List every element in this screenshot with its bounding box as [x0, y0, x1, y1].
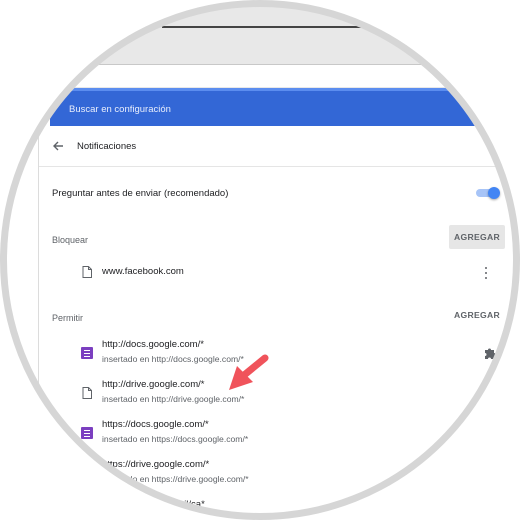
allowed-site-url: http://docs.google.com/*	[102, 339, 204, 350]
file-icon	[82, 266, 92, 278]
ask-before-send-toggle[interactable]	[476, 187, 500, 199]
block-section-label: Bloquear	[52, 235, 89, 245]
settings-header: Buscar en configuración	[50, 88, 476, 126]
magnifier-lens: Buscar en configuración Notificaciones P…	[2, 2, 518, 518]
docs-extension-icon	[81, 347, 93, 359]
allowed-site-url: https://drive.google.com/*	[102, 459, 210, 470]
allowed-site-detail: insertado en http://docs.google.com/*	[102, 354, 244, 364]
allow-add-button[interactable]: AGREGAR	[453, 308, 501, 322]
allow-section-label: Permitir	[52, 313, 83, 323]
allowed-site-url: https://docs.google.com/*	[102, 419, 209, 430]
settings-search-input[interactable]: Buscar en configuración	[69, 104, 171, 115]
block-add-button[interactable]: AGREGAR	[449, 225, 505, 249]
docs-extension-icon	[81, 427, 93, 439]
allowed-site-detail: insertado en https://docs.google.com/*	[102, 434, 249, 444]
allowed-site-url: http://drive.google.com/*	[102, 379, 205, 390]
allowed-site-url: mail/ca*	[171, 499, 205, 510]
browser-chrome	[2, 2, 518, 88]
back-arrow-icon[interactable]	[51, 139, 65, 153]
chrome-tab-strip-line	[162, 26, 422, 28]
notifications-card: Notificaciones Preguntar antes de enviar…	[38, 126, 518, 518]
title-divider	[39, 166, 518, 167]
allowed-site-detail: insertado en http://drive.google.com/*	[102, 394, 245, 404]
ask-before-send-label: Preguntar antes de enviar (recomendado)	[52, 188, 229, 199]
blocked-site-url: www.facebook.com	[102, 266, 184, 277]
extension-puzzle-icon[interactable]	[483, 346, 497, 360]
address-bar[interactable]	[50, 64, 481, 87]
toggle-knob	[488, 187, 500, 199]
page-title: Notificaciones	[77, 141, 137, 152]
more-options-icon[interactable]	[483, 266, 489, 280]
allowed-site-detail: insertado en https://drive.google.com/*	[102, 474, 249, 484]
annotation-arrow-icon	[229, 354, 269, 390]
file-icon	[82, 467, 92, 479]
file-icon	[82, 387, 92, 399]
